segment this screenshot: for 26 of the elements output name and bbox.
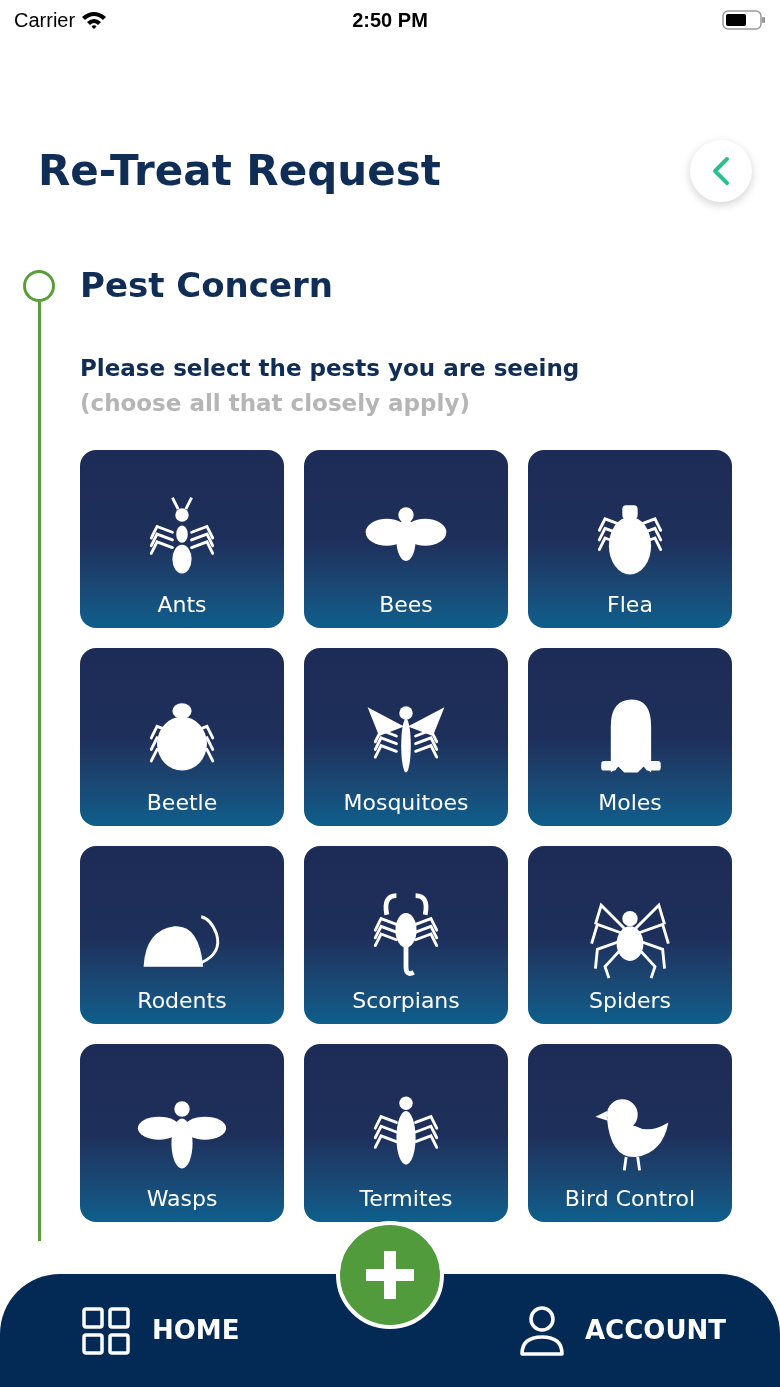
clock-time: 2:50 PM [352, 8, 428, 33]
battery-icon [722, 10, 766, 30]
carrier-label: Carrier [14, 8, 76, 33]
user-icon [519, 1304, 565, 1357]
pest-tile[interactable]: Flea [528, 449, 732, 628]
pest-tile[interactable]: Termites [304, 1043, 508, 1222]
pest-tile[interactable]: Beetle [80, 647, 284, 826]
plus-icon [366, 1251, 414, 1299]
pest-tile[interactable]: Ants [80, 449, 284, 628]
pest-tile[interactable]: Bees [304, 449, 508, 628]
pest-tile[interactable]: Spiders [528, 845, 732, 1024]
pest-tile[interactable]: Rodents [80, 845, 284, 1024]
wifi-icon [81, 10, 108, 30]
pest-tile[interactable]: Bird Control [528, 1043, 732, 1222]
prompt-text: Please select the pests you are seeing [80, 354, 581, 383]
step-title: Pest Concern [80, 268, 334, 302]
pest-tile[interactable]: Mosquitoes [304, 647, 508, 826]
hint-text: (choose all that closely apply) [80, 388, 471, 418]
pest-tile[interactable]: Scorpians [304, 845, 508, 1024]
home-tab[interactable]: HOME [82, 1306, 240, 1355]
grid-icon [82, 1306, 130, 1355]
pest-tile[interactable]: Moles [528, 647, 732, 826]
page-title: Re-Treat Request [38, 150, 441, 192]
account-tab[interactable]: ACCOUNT [519, 1304, 726, 1357]
pest-tile[interactable]: Wasps [80, 1043, 284, 1222]
chevron-left-icon [711, 156, 731, 186]
